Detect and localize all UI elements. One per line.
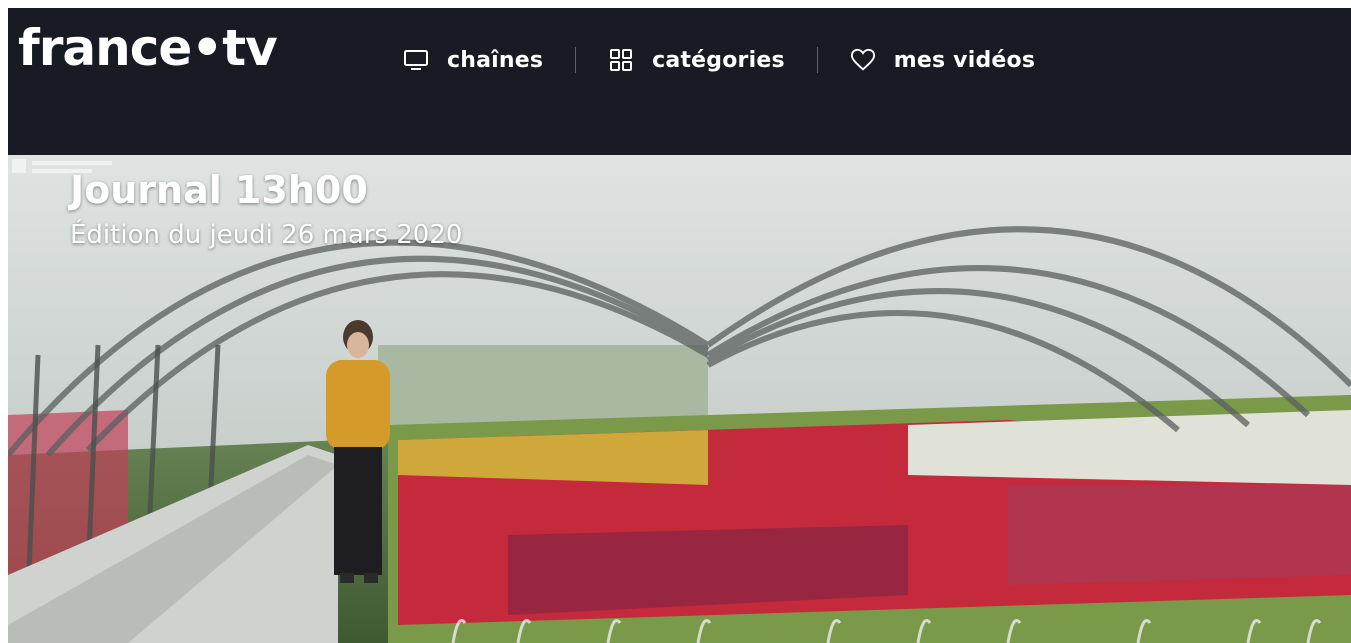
nav-label-categories: catégories	[652, 47, 785, 73]
main-nav: chaînes catégories mes vidéos	[403, 42, 1035, 78]
heart-icon	[850, 47, 876, 73]
program-subtitle: Édition du jeudi 26 mars 2020	[70, 220, 463, 250]
nav-label-chaines: chaînes	[447, 47, 544, 73]
france-tv-logo[interactable]: france•tv	[18, 18, 278, 78]
hero-video-banner[interactable]: Journal 13h00 Édition du jeudi 26 mars 2…	[8, 155, 1351, 643]
grid-icon	[608, 47, 634, 73]
nav-item-mes-videos[interactable]: mes vidéos	[850, 47, 1035, 73]
nav-item-categories[interactable]: catégories	[608, 47, 785, 73]
tv-icon	[403, 47, 429, 73]
nav-label-mes-videos: mes vidéos	[893, 47, 1036, 73]
nav-divider	[575, 47, 577, 73]
channel-watermark-icon	[12, 159, 112, 173]
nav-item-chaines[interactable]: chaînes	[403, 47, 543, 73]
nav-divider	[816, 47, 818, 73]
site-header: france•tv chaînes catégories mes vidéos	[8, 8, 1351, 155]
